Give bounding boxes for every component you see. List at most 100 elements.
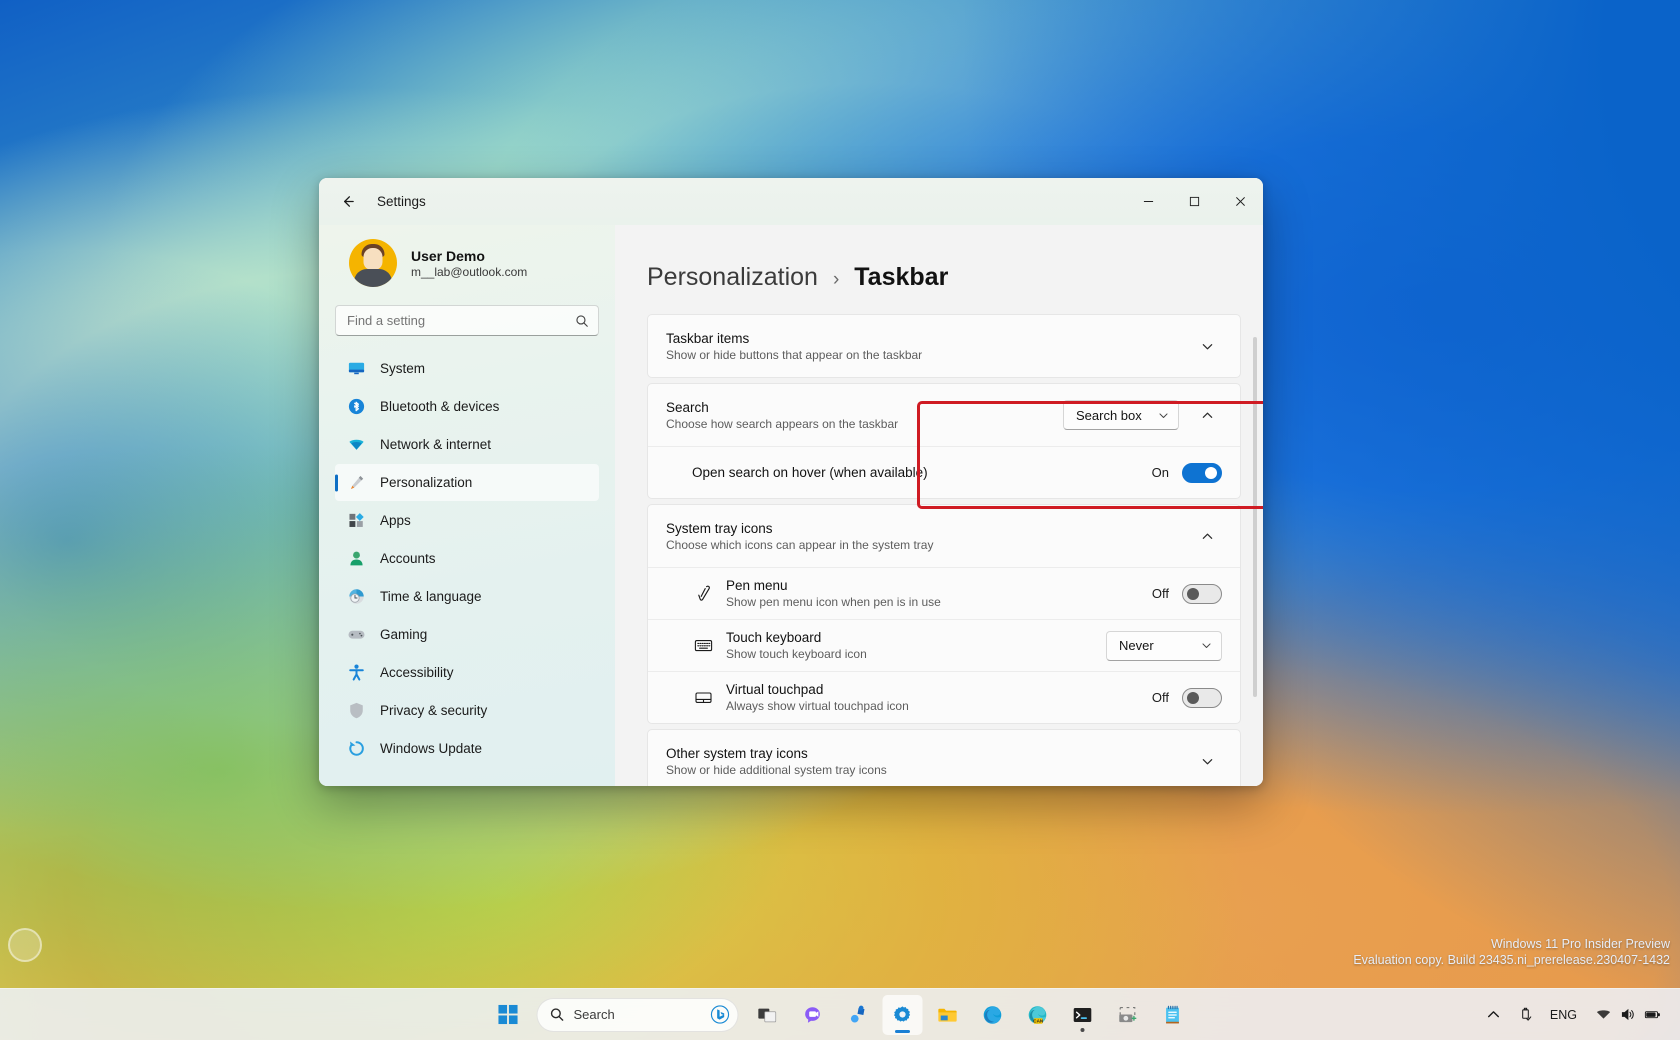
- taskbar-search-box[interactable]: Search: [537, 998, 739, 1032]
- virtual-touchpad-toggle[interactable]: [1182, 688, 1222, 708]
- row-title: Search: [666, 400, 1051, 415]
- windows-update-icon: [347, 739, 366, 758]
- usb-eject-icon[interactable]: [1511, 998, 1540, 1032]
- chat-icon[interactable]: [793, 995, 833, 1035]
- back-button[interactable]: [331, 186, 363, 218]
- sidebar-item-personalization[interactable]: Personalization: [335, 464, 599, 501]
- row-description: Show or hide buttons that appear on the …: [666, 348, 1180, 362]
- window-caption-buttons: [1125, 178, 1263, 225]
- row-title: Pen menu: [726, 578, 1135, 593]
- chevron-up-icon[interactable]: [1479, 998, 1508, 1032]
- row-description: Choose how search appears on the taskbar: [666, 417, 1051, 431]
- search-input[interactable]: [336, 313, 598, 328]
- card-system-tray-icons: System tray icons Choose which icons can…: [647, 504, 1241, 724]
- chevron-down-icon[interactable]: [1192, 746, 1222, 776]
- chevron-down-icon: [1201, 640, 1212, 651]
- network-icon: [347, 435, 366, 454]
- sidebar-nav: System Bluetooth & devices Network & int…: [335, 350, 599, 767]
- minimize-button[interactable]: [1125, 178, 1171, 225]
- taskbar-center-group: Search: [488, 995, 1193, 1035]
- card-other-system-tray-icons: Other system tray icons Show or hide add…: [647, 729, 1241, 786]
- sidebar-item-label: Accounts: [380, 551, 436, 566]
- close-button[interactable]: [1217, 178, 1263, 225]
- task-view-icon[interactable]: [748, 995, 788, 1035]
- sidebar-item-network-internet[interactable]: Network & internet: [335, 426, 599, 463]
- row-description: Show pen menu icon when pen is in use: [726, 595, 1135, 609]
- row-title: System tray icons: [666, 521, 1180, 536]
- avatar: [349, 239, 397, 287]
- row-touch-keyboard[interactable]: Touch keyboard Show touch keyboard icon …: [648, 619, 1240, 671]
- sidebar-item-accounts[interactable]: Accounts: [335, 540, 599, 577]
- row-virtual-touchpad[interactable]: Virtual touchpad Always show virtual tou…: [648, 671, 1240, 723]
- row-other-system-tray-icons[interactable]: Other system tray icons Show or hide add…: [648, 730, 1240, 786]
- sidebar-item-time-language[interactable]: Time & language: [335, 578, 599, 615]
- snipping-tool-icon[interactable]: [1108, 995, 1148, 1035]
- content-scrollbar[interactable]: [1253, 337, 1257, 697]
- window-titlebar: Settings: [319, 178, 1263, 225]
- pen-icon: [692, 583, 714, 605]
- row-description: Choose which icons can appear in the sys…: [666, 538, 1180, 552]
- row-description: Show touch keyboard icon: [726, 647, 1094, 661]
- accessibility-icon: [347, 663, 366, 682]
- pen-menu-toggle[interactable]: [1182, 584, 1222, 604]
- touch-keyboard-dropdown[interactable]: Never: [1106, 631, 1222, 661]
- dropdown-value: Search box: [1076, 408, 1142, 423]
- sidebar-item-gaming[interactable]: Gaming: [335, 616, 599, 653]
- card-search: Search Choose how search appears on the …: [647, 383, 1241, 499]
- edge-canary-icon[interactable]: CAN: [1018, 995, 1058, 1035]
- chevron-down-icon: [1158, 410, 1169, 421]
- find-a-setting-box[interactable]: [335, 305, 599, 336]
- watermark-line-1: Windows 11 Pro Insider Preview: [1353, 936, 1670, 952]
- row-open-search-on-hover[interactable]: Open search on hover (when available) On: [648, 446, 1240, 498]
- content-area: Personalization › Taskbar Taskbar items …: [615, 225, 1263, 786]
- recycle-bin-icon[interactable]: [8, 928, 42, 962]
- row-title: Other system tray icons: [666, 746, 1180, 761]
- watermark-line-2: Evaluation copy. Build 23435.ni_prerelea…: [1353, 952, 1670, 968]
- search-mode-dropdown[interactable]: Search box: [1063, 400, 1179, 430]
- terminal-icon[interactable]: [1063, 995, 1103, 1035]
- sidebar-item-accessibility[interactable]: Accessibility: [335, 654, 599, 691]
- sidebar-item-bluetooth-devices[interactable]: Bluetooth & devices: [335, 388, 599, 425]
- sidebar-item-system[interactable]: System: [335, 350, 599, 387]
- file-explorer-icon[interactable]: [928, 995, 968, 1035]
- widgets-icon[interactable]: [838, 995, 878, 1035]
- start-button[interactable]: [488, 995, 528, 1035]
- sidebar-item-label: Apps: [380, 513, 411, 528]
- sidebar: User Demo m__lab@outlook.com: [319, 225, 615, 786]
- row-description: Show or hide additional system tray icon…: [666, 763, 1180, 777]
- row-title: Touch keyboard: [726, 630, 1094, 645]
- settings-icon[interactable]: [883, 995, 923, 1035]
- notepad-icon[interactable]: [1153, 995, 1193, 1035]
- keyboard-icon: [692, 635, 714, 657]
- chevron-down-icon[interactable]: [1192, 331, 1222, 361]
- network-tray-icon: [1596, 1007, 1611, 1022]
- account-email: m__lab@outlook.com: [411, 265, 527, 279]
- sidebar-item-windows-update[interactable]: Windows Update: [335, 730, 599, 767]
- chevron-up-icon[interactable]: [1192, 521, 1222, 551]
- sidebar-item-apps[interactable]: Apps: [335, 502, 599, 539]
- maximize-button[interactable]: [1171, 178, 1217, 225]
- row-system-tray-icons[interactable]: System tray icons Choose which icons can…: [648, 505, 1240, 567]
- bing-chat-icon[interactable]: [710, 1005, 730, 1025]
- row-search[interactable]: Search Choose how search appears on the …: [648, 384, 1240, 446]
- tray-quick-settings[interactable]: [1587, 1007, 1670, 1022]
- breadcrumb-parent[interactable]: Personalization: [647, 263, 818, 292]
- svg-text:CAN: CAN: [1033, 1018, 1043, 1023]
- row-title: Virtual touchpad: [726, 682, 1135, 697]
- account-section[interactable]: User Demo m__lab@outlook.com: [335, 225, 599, 299]
- chevron-up-icon[interactable]: [1192, 400, 1222, 430]
- sidebar-item-privacy-security[interactable]: Privacy & security: [335, 692, 599, 729]
- taskbar-search-placeholder: Search: [574, 1007, 701, 1022]
- language-indicator[interactable]: ENG: [1543, 998, 1584, 1032]
- personalization-icon: [347, 473, 366, 492]
- open-search-on-hover-toggle[interactable]: [1182, 463, 1222, 483]
- windows-taskbar: Search: [0, 988, 1680, 1040]
- apps-icon: [347, 511, 366, 530]
- sidebar-item-label: Privacy & security: [380, 703, 487, 718]
- bluetooth-icon: [347, 397, 366, 416]
- row-pen-menu[interactable]: Pen menu Show pen menu icon when pen is …: [648, 567, 1240, 619]
- edge-icon[interactable]: [973, 995, 1013, 1035]
- search-icon: [550, 1007, 565, 1022]
- row-taskbar-items[interactable]: Taskbar items Show or hide buttons that …: [648, 315, 1240, 377]
- volume-icon: [1620, 1007, 1635, 1022]
